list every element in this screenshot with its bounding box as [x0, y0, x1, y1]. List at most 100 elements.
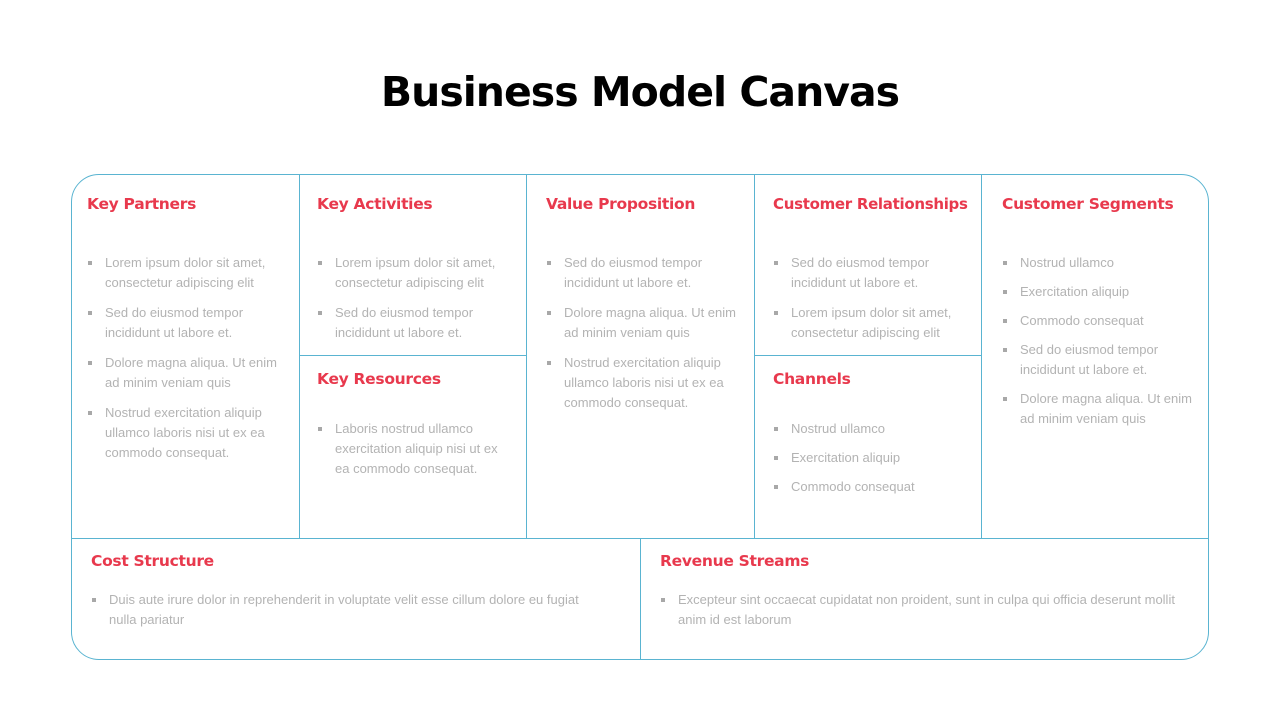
section-heading: Key Activities	[317, 195, 433, 213]
list-item: Lorem ipsum dolor sit amet, consectetur …	[87, 253, 287, 293]
item-list: Lorem ipsum dolor sit amet, consectetur …	[87, 253, 287, 463]
section-heading: Key Resources	[317, 370, 441, 388]
list-item-text: Nostrud ullamco	[791, 421, 885, 436]
list-item-text: Sed do eiusmod tempor incididunt ut labo…	[1020, 342, 1159, 377]
bullet-icon	[774, 427, 778, 431]
list-item-text: Lorem ipsum dolor sit amet, consectetur …	[791, 305, 952, 340]
page-title: Business Model Canvas	[380, 68, 900, 116]
section-heading: Key Partners	[87, 195, 197, 213]
divider	[640, 538, 641, 660]
list-item: Sed do eiusmod tempor incididunt ut labo…	[317, 303, 517, 343]
section-heading: Channels	[773, 370, 851, 388]
list-item: Sed do eiusmod tempor incididunt ut labo…	[773, 253, 978, 293]
list-item: Commodo consequat	[1002, 311, 1197, 331]
list-item-text: Dolore magna aliqua. Ut enim ad minim ve…	[564, 305, 736, 340]
bullet-icon	[774, 456, 778, 460]
section-revenue-streams: Revenue Streams Excepteur sint occaecat …	[660, 552, 1180, 640]
bullet-icon	[774, 311, 778, 315]
list-item: Sed do eiusmod tempor incididunt ut labo…	[546, 253, 746, 293]
bullet-icon	[88, 411, 92, 415]
bullet-icon	[318, 311, 322, 315]
list-item: Dolore magna aliqua. Ut enim ad minim ve…	[546, 303, 746, 343]
list-item: Nostrud exercitation aliquip ullamco lab…	[546, 353, 746, 413]
bullet-icon	[1003, 290, 1007, 294]
list-item: Lorem ipsum dolor sit amet, consectetur …	[317, 253, 517, 293]
list-item: Sed do eiusmod tempor incididunt ut labo…	[1002, 340, 1197, 380]
list-item-text: Sed do eiusmod tempor incididunt ut labo…	[335, 305, 474, 340]
list-item: Dolore magna aliqua. Ut enim ad minim ve…	[1002, 389, 1197, 429]
bullet-icon	[88, 311, 92, 315]
list-item-text: Nostrud ullamco	[1020, 255, 1114, 270]
bullet-icon	[661, 598, 665, 602]
divider	[526, 175, 527, 538]
list-item: Lorem ipsum dolor sit amet, consectetur …	[773, 303, 978, 343]
section-heading: Customer Relationships	[773, 195, 968, 213]
list-item-text: Exercitation aliquip	[791, 450, 901, 465]
item-list: Duis aute irure dolor in reprehenderit i…	[91, 590, 591, 630]
list-item: Excepteur sint occaecat cupidatat non pr…	[660, 590, 1180, 630]
list-item-text: Lorem ipsum dolor sit amet, consectetur …	[105, 255, 266, 290]
section-key-partners: Key Partners Lorem ipsum dolor sit amet,…	[87, 195, 287, 473]
bullet-icon	[547, 311, 551, 315]
list-item-text: Dolore magna aliqua. Ut enim ad minim ve…	[105, 355, 277, 390]
section-channels: Channels Nostrud ullamco Exercitation ali…	[773, 370, 973, 506]
section-heading: Revenue Streams	[660, 552, 810, 570]
item-list: Sed do eiusmod tempor incididunt ut labo…	[546, 253, 746, 413]
list-item: Sed do eiusmod tempor incididunt ut labo…	[87, 303, 287, 343]
bullet-icon	[318, 261, 322, 265]
divider	[754, 175, 755, 538]
section-heading: Cost Structure	[91, 552, 214, 570]
list-item-text: Dolore magna aliqua. Ut enim ad minim ve…	[1020, 391, 1192, 426]
list-item: Commodo consequat	[773, 477, 973, 497]
bullet-icon	[774, 261, 778, 265]
list-item-text: Laboris nostrud ullamco exercitation ali…	[335, 421, 498, 476]
divider	[754, 355, 982, 356]
item-list: Lorem ipsum dolor sit amet, consectetur …	[317, 253, 517, 343]
bullet-icon	[1003, 319, 1007, 323]
list-item: Duis aute irure dolor in reprehenderit i…	[91, 590, 591, 630]
bullet-icon	[774, 485, 778, 489]
section-value-proposition: Value Proposition Sed do eiusmod tempor …	[546, 195, 746, 423]
list-item-text: Sed do eiusmod tempor incididunt ut labo…	[564, 255, 703, 290]
list-item: Laboris nostrud ullamco exercitation ali…	[317, 419, 512, 479]
section-heading: Value Proposition	[546, 195, 696, 213]
bullet-icon	[1003, 348, 1007, 352]
list-item-text: Lorem ipsum dolor sit amet, consectetur …	[335, 255, 496, 290]
bullet-icon	[88, 361, 92, 365]
bullet-icon	[1003, 261, 1007, 265]
bullet-icon	[547, 361, 551, 365]
item-list: Excepteur sint occaecat cupidatat non pr…	[660, 590, 1180, 630]
list-item-text: Nostrud exercitation aliquip ullamco lab…	[564, 355, 724, 410]
bullet-icon	[1003, 397, 1007, 401]
list-item-text: Sed do eiusmod tempor incididunt ut labo…	[105, 305, 244, 340]
bullet-icon	[92, 598, 96, 602]
list-item: Exercitation aliquip	[773, 448, 973, 468]
list-item-text: Duis aute irure dolor in reprehenderit i…	[109, 592, 579, 627]
item-list: Nostrud ullamco Exercitation aliquip Commo…	[773, 419, 973, 497]
section-customer-segments: Customer Segments Nostrud ullamco Exercit…	[1002, 195, 1197, 438]
divider	[981, 175, 982, 538]
list-item-text: Exercitation aliquip	[1020, 284, 1130, 299]
list-item-text: Nostrud exercitation aliquip ullamco lab…	[105, 405, 265, 460]
item-list: Laboris nostrud ullamco exercitation ali…	[317, 419, 512, 479]
section-key-activities: Key Activities Lorem ipsum dolor sit ame…	[317, 195, 517, 353]
section-customer-relationships: Customer Relationships Sed do eiusmod te…	[773, 195, 978, 353]
list-item-text: Sed do eiusmod tempor incididunt ut labo…	[791, 255, 930, 290]
item-list: Sed do eiusmod tempor incididunt ut labo…	[773, 253, 978, 343]
list-item-text: Excepteur sint occaecat cupidatat non pr…	[678, 592, 1175, 627]
list-item: Nostrud exercitation aliquip ullamco lab…	[87, 403, 287, 463]
bullet-icon	[88, 261, 92, 265]
list-item: Nostrud ullamco	[1002, 253, 1197, 273]
list-item: Exercitation aliquip	[1002, 282, 1197, 302]
divider	[299, 175, 300, 538]
list-item: Nostrud ullamco	[773, 419, 973, 439]
list-item: Dolore magna aliqua. Ut enim ad minim ve…	[87, 353, 287, 393]
list-item-text: Commodo consequat	[1020, 313, 1144, 328]
section-key-resources: Key Resources Laboris nostrud ullamco ex…	[317, 370, 512, 489]
section-heading: Customer Segments	[1002, 195, 1174, 213]
bullet-icon	[318, 427, 322, 431]
list-item-text: Commodo consequat	[791, 479, 915, 494]
section-cost-structure: Cost Structure Duis aute irure dolor in …	[91, 552, 591, 640]
divider	[299, 355, 527, 356]
bullet-icon	[547, 261, 551, 265]
